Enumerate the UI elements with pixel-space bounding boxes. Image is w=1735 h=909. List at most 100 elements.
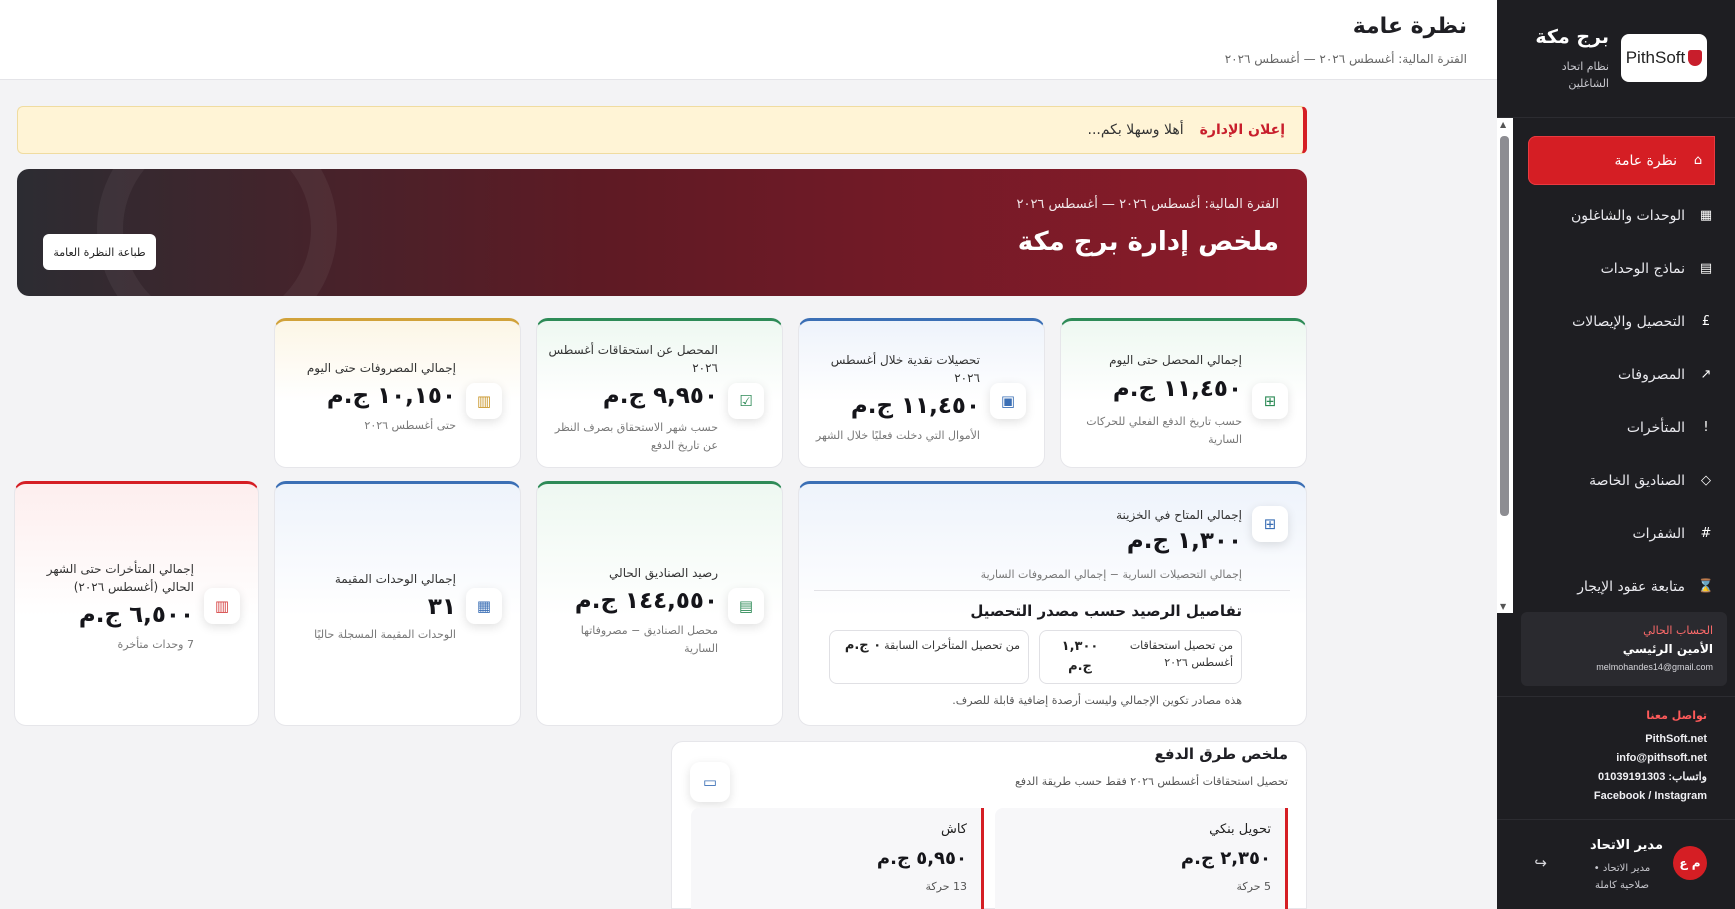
sidebar-item-expenses[interactable]: ↗ المصروفات [1515,348,1735,401]
safe-plus-icon: ⊞ [1252,506,1288,542]
card-value: ١٠,١٥٠ ج.م [326,383,456,409]
payment-method-name: تحويل بنكي [1209,822,1271,837]
payment-method-bank: تحويل بنكي ٢,٣٥٠ ج.م 5 حركة [995,808,1288,909]
contact-label: تواصل معنا [1646,709,1707,722]
sidebar-item-lease-tracking[interactable]: ⌛ متابعة عقود الإيجار [1515,560,1735,613]
announcement-tag: إعلان الإدارة [1199,122,1285,138]
treasury-note: هذه مصادر تكوين الإجمالي وليست أرصدة إضا… [952,694,1242,707]
sidebar-item-codes[interactable]: # الشفرات [1515,507,1735,560]
sidebar-nav: ⌂ نظرة عامة ▦ الوحدات والشاغلون ▤ نماذج الو… [1515,136,1735,613]
sidebar-item-label: المصروفات [1617,366,1685,383]
pithsoft-logo: PithSoft [1621,34,1707,82]
card-sub: حسب تاريخ الدفع الفعلي للحركات السارية [1086,415,1242,446]
sidebar-item-arrears[interactable]: ! المتأخرات [1515,401,1735,454]
hourglass-icon: ⌛ [1697,579,1715,594]
sidebar-item-special-funds[interactable]: ◇ الصناديق الخاصة [1515,454,1735,507]
summary-hero: الفترة المالية: أغسطس ٢٠٢٦ — أغسطس ٢٠٢٦ … [17,169,1307,296]
contact-section: تواصل معنا PithSoft.net info@pithsoft.ne… [1497,696,1735,806]
card-cash-in-month: ▣ تحصيلات نقدية خلال أغسطس ٢٠٢٦ ١١,٤٥٠ ج… [798,318,1045,468]
account-email: melmohandes14@gmail.com [1596,662,1713,672]
scrollbar-thumb[interactable] [1500,136,1509,516]
hash-icon: # [1700,526,1712,541]
card-collected-for-month: ☑ المحصل عن استحقاقات أغسطس ٢٠٢٦ ٩,٩٥٠ ج… [536,318,783,468]
card-label: إجمالي الوحدات المقيمة [334,572,456,586]
diamond-icon: ◇ [1701,473,1711,488]
source-value: ١,٣٠٠ ج.م [1061,639,1099,674]
page-title: نظرة عامة [1352,14,1467,39]
sidebar-item-collections[interactable]: £ التحصيل والإيصالات [1515,295,1735,348]
source-box-arrears: من تحصيل المتأخرات السابقة ٠ ج.م [829,630,1029,684]
brand-header: PithSoft برج مكة نظام اتحاد الشاغلين [1497,0,1735,118]
contact-email[interactable]: info@pithsoft.net [1497,749,1707,768]
user-profile: م ع مدير الاتحاد مدير الاتحاد • صلاحية ك… [1497,819,1735,909]
payment-method-value: ٢,٣٥٠ ج.م [1180,848,1271,869]
card-label: تحصيلات نقدية خلال أغسطس ٢٠٢٦ [830,353,980,385]
decorative-ring [97,169,337,296]
building-icon: ▦ [466,588,502,624]
contact-social[interactable]: Facebook / Instagram [1497,787,1707,806]
card-value: ٣١ [427,594,456,620]
divider [814,590,1290,591]
sidebar-item-label: نظرة عامة [1614,152,1677,169]
brand-subtitle: نظام اتحاد الشاغلين [1561,60,1609,90]
source-value: ٠ ج.م [844,638,882,653]
sidebar: PithSoft برج مكة نظام اتحاد الشاغلين ▲ ▼… [1497,0,1735,909]
card-value: ١٤٤,٥٥٠ ج.م [574,588,718,614]
sidebar-item-unit-models[interactable]: ▤ نماذج الوحدات [1515,242,1735,295]
sidebar-item-label: متابعة عقود الإيجار [1577,578,1685,595]
card-label: إجمالي المتاح في الخزينة [1116,508,1242,522]
avatar[interactable]: م ع [1673,846,1707,880]
sidebar-item-label: الوحدات والشاغلون [1570,207,1685,224]
user-role: مدير الاتحاد • صلاحية كاملة [1593,863,1651,891]
card-sub: الوحدات المقيمة المسجلة حاليًا [314,628,456,641]
card-label: رصيد الصناديق الحالي [609,566,718,580]
card-collected-to-date: ⊞ إجمالي المحصل حتى اليوم ١١,٤٥٠ ج.م حسب… [1060,318,1307,468]
account-label: الحساب الحالي [1643,624,1713,637]
logout-icon[interactable]: ↪ [1534,854,1547,872]
payment-method-name: كاش [940,822,967,837]
nav-scrollbar[interactable]: ▲ ▼ [1497,118,1513,613]
hero-title: ملخص إدارة برج مكة [1017,227,1279,257]
page-header: نظرة عامة الفترة المالية: أغسطس ٢٠٢٦ — أ… [0,0,1497,80]
card-expenses-to-date: ▥ إجمالي المصروفات حتى اليوم ١٠,١٥٠ ج.م … [274,318,521,468]
card-funds-balance: ▤ رصيد الصناديق الحالي ١٤٤,٥٥٠ ج.م محصل … [536,481,783,726]
shield-icon [1688,50,1703,66]
card-value: ٩,٩٥٠ ج.م [602,383,718,409]
payment-subtitle: تحصيل استحقاقات أغسطس ٢٠٢٦ فقط حسب طريقة… [1014,775,1288,788]
calendar-check-icon: ☑ [728,383,764,419]
sidebar-item-overview[interactable]: ⌂ نظرة عامة [1528,136,1715,185]
announcement-message: أهلا وسهلا بكم... [1087,122,1184,138]
card-sub: الأموال التي دخلت فعليًا خلال الشهر [815,429,980,442]
sidebar-item-label: نماذج الوحدات [1600,260,1685,277]
card-label: إجمالي المتأخرات حتى الشهر الحالي (أغسطس… [46,562,194,594]
credit-card-icon: ▭ [690,762,730,802]
card-sub: حتى أغسطس ٢٠٢٦ [364,419,456,432]
document-icon: ▥ [204,588,240,624]
page-period: الفترة المالية: أغسطس ٢٠٢٦ — أغسطس ٢٠٢٦ [1224,52,1467,66]
sidebar-item-label: الشفرات [1632,525,1685,542]
payment-method-count: 13 حركة [925,880,968,893]
user-name: مدير الاتحاد [1590,838,1663,853]
wallet-plus-icon: ⊞ [1252,383,1288,419]
source-label: من تحصيل استحقاقات أغسطس ٢٠٢٦ [1129,639,1233,669]
card-value: ١١,٤٥٠ ج.م [850,393,980,419]
print-overview-button[interactable]: طباعة النظرة العامة [43,234,156,270]
arrow-up-right-icon: ↗ [1700,367,1712,382]
clipboard-icon: ▤ [728,588,764,624]
card-label: إجمالي المصروفات حتى اليوم [306,361,456,375]
card-label: إجمالي المحصل حتى اليوم [1109,353,1242,367]
sidebar-item-units[interactable]: ▦ الوحدات والشاغلون [1515,189,1735,242]
logo-text: PithSoft [1625,48,1686,67]
scroll-up-icon[interactable]: ▲ [1500,120,1506,129]
currency-icon: £ [1701,314,1711,329]
list-icon: ▤ [1699,261,1713,276]
contact-whatsapp[interactable]: واتساب: 01039191303 [1497,768,1707,787]
card-sub: حسب شهر الاستحقاق بصرف النظر عن تاريخ ال… [554,421,718,452]
home-icon: ⌂ [1693,153,1703,168]
card-sub: 7 وحدات متأخرة [117,638,195,651]
payment-method-value: ٥,٩٥٠ ج.م [876,848,967,869]
payment-title: ملخص طرق الدفع [1154,745,1288,763]
breakdown-title: تفاصيل الرصيد حسب مصدر التحصيل [970,602,1242,620]
scroll-down-icon[interactable]: ▼ [1500,602,1506,611]
contact-website[interactable]: PithSoft.net [1497,730,1707,749]
